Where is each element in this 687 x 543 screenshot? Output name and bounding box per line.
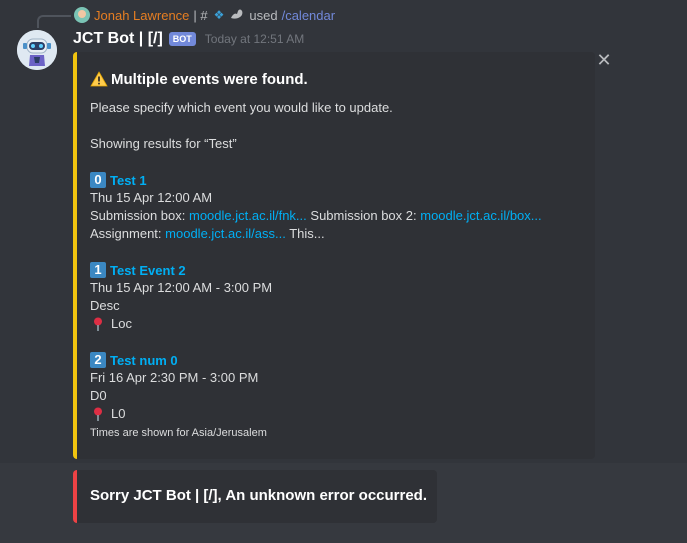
reply-avatar-icon[interactable] — [74, 7, 90, 23]
reply-command[interactable]: /calendar — [282, 8, 335, 23]
keycap-0-icon: 0 — [90, 172, 106, 188]
event-1-description: Desc — [90, 298, 120, 313]
keycap-2-icon: 2 — [90, 352, 106, 368]
event-0-date: Thu 15 Apr 12:00 AM — [90, 190, 213, 205]
embed-footer: Times are shown for Asia/Jerusalem — [90, 427, 267, 439]
event-0-header: 0 Test 1 — [90, 171, 590, 189]
event-0-links: Submission box: moodle.jct.ac.il/fnk... … — [90, 207, 590, 225]
event-2-description: D0 — [90, 388, 107, 403]
error-message: Sorry JCT Bot | [/], An unknown error oc… — [90, 487, 428, 504]
event-0-label-submission-2: Submission box 2: — [306, 208, 421, 223]
events-embed: Multiple events were found. Please speci… — [73, 52, 595, 459]
reply-spine — [37, 15, 71, 28]
author-username[interactable]: JCT Bot | [/] — [73, 30, 163, 48]
flexed-arm-emoji-icon — [230, 8, 244, 23]
event-1-header: 1 Test Event 2 — [90, 261, 590, 279]
error-embed: Sorry JCT Bot | [/], An unknown error oc… — [73, 470, 437, 523]
event-0-assignment: Assignment: moodle.jct.ac.il/ass... This… — [90, 225, 590, 243]
search-results-label: Showing results for “Test” — [90, 136, 237, 151]
event-1-location: Loc — [90, 315, 590, 333]
event-0-label-submission: Submission box: — [90, 208, 189, 223]
reply-separator: | # — [193, 7, 208, 23]
message-timestamp[interactable]: Today at 12:51 AM — [205, 32, 304, 46]
event-1-date: Thu 15 Apr 12:00 AM - 3:00 PM — [90, 280, 273, 295]
event-2-header: 2 Test num 0 — [90, 351, 590, 369]
warning-icon — [90, 71, 108, 87]
keycap-1-icon: 1 — [90, 262, 106, 278]
event-0-title[interactable]: Test 1 — [110, 173, 147, 188]
event-0-label-assignment: Assignment: — [90, 226, 166, 241]
embed-description: Please specify which event you would lik… — [90, 100, 393, 115]
event-1-title[interactable]: Test Event 2 — [110, 263, 186, 278]
pushpin-icon — [94, 407, 102, 421]
event-0-truncated-text: This... — [285, 226, 325, 241]
event-2-title[interactable]: Test num 0 — [110, 353, 178, 368]
bot-tag: BOT — [168, 32, 196, 46]
event-2-location: L0 — [90, 405, 590, 423]
message-header: JCT Bot | [/] BOT Today at 12:51 AM — [73, 29, 304, 49]
embed-title: Multiple events were found. — [90, 69, 590, 89]
robot-avatar-icon[interactable] — [17, 30, 57, 70]
event-2-date: Fri 16 Apr 2:30 PM - 3:00 PM — [90, 370, 259, 385]
sparkle-emoji-icon: ❖ — [213, 8, 225, 22]
event-0-link-submission[interactable]: moodle.jct.ac.il/fnk... — [189, 208, 307, 223]
pushpin-icon — [94, 317, 102, 331]
embed-title-text: Multiple events were found. — [111, 70, 308, 88]
reply-reference[interactable]: Jonah Lawrence | # ❖ used /calendar — [74, 6, 335, 24]
reply-used-label: used — [249, 7, 278, 23]
event-0-link-assignment[interactable]: moodle.jct.ac.il/ass... — [165, 226, 286, 241]
event-0-link-submission-2[interactable]: moodle.jct.ac.il/box... — [420, 208, 541, 223]
reply-username[interactable]: Jonah Lawrence — [94, 8, 189, 23]
event-2-location-text: L0 — [111, 406, 126, 421]
event-1-location-text: Loc — [111, 316, 132, 331]
close-icon[interactable]: ✕ — [595, 51, 613, 69]
